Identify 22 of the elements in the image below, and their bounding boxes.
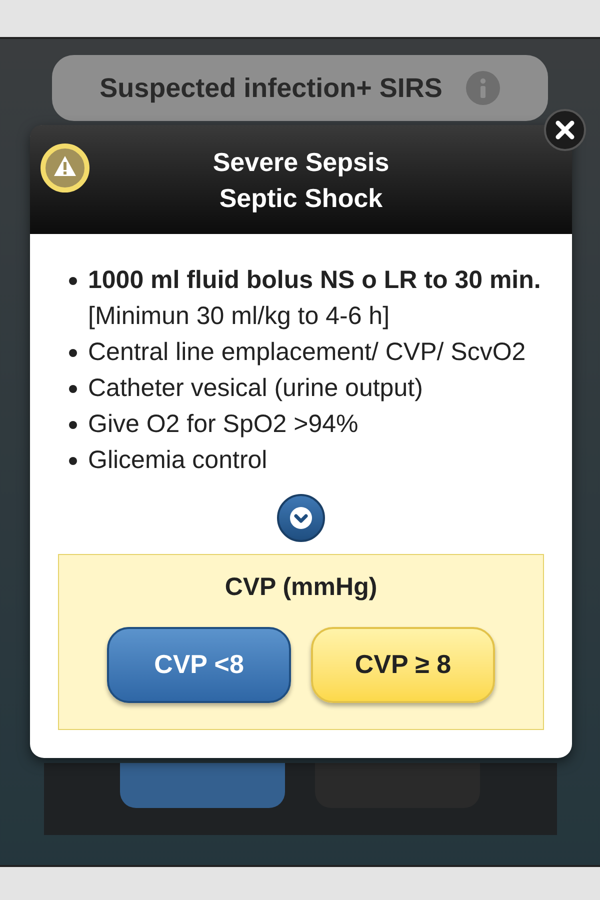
dialog-title: Severe Sepsis Septic Shock bbox=[212, 146, 390, 214]
option-button[interactable]: CVP <8 bbox=[107, 626, 291, 702]
bullet-icon bbox=[69, 385, 77, 394]
hidden-button[interactable] bbox=[120, 763, 285, 808]
option-button[interactable]: CVP ≥ 8 bbox=[311, 626, 495, 702]
info-icon[interactable] bbox=[466, 71, 500, 105]
instruction-text: Give O2 for SpO2 >94% bbox=[88, 409, 358, 440]
warning-icon bbox=[40, 143, 90, 193]
bullet-icon bbox=[69, 277, 77, 286]
question-title: CVP (mmHg) bbox=[224, 572, 378, 603]
instruction-text: Catheter vesical (urine output) bbox=[88, 373, 423, 404]
expand-button[interactable] bbox=[277, 494, 325, 542]
close-button[interactable] bbox=[544, 109, 586, 151]
chevron-down-icon bbox=[290, 507, 312, 529]
instruction-text: 1000 ml fluid bolus NS o LR to 30 min. [Minimun 30 ml/kg to 4-6 h] bbox=[88, 265, 542, 332]
instruction-text: Central line emplacement/ CVP/ ScvO2 bbox=[88, 337, 526, 368]
bullet-icon bbox=[69, 457, 77, 466]
bullet-icon bbox=[69, 349, 77, 358]
section-title: Suspected infection+ SIRS bbox=[100, 72, 442, 105]
instruction-text: Glicemia control bbox=[88, 445, 268, 476]
bullet-icon bbox=[69, 421, 77, 430]
close-icon bbox=[555, 120, 575, 140]
